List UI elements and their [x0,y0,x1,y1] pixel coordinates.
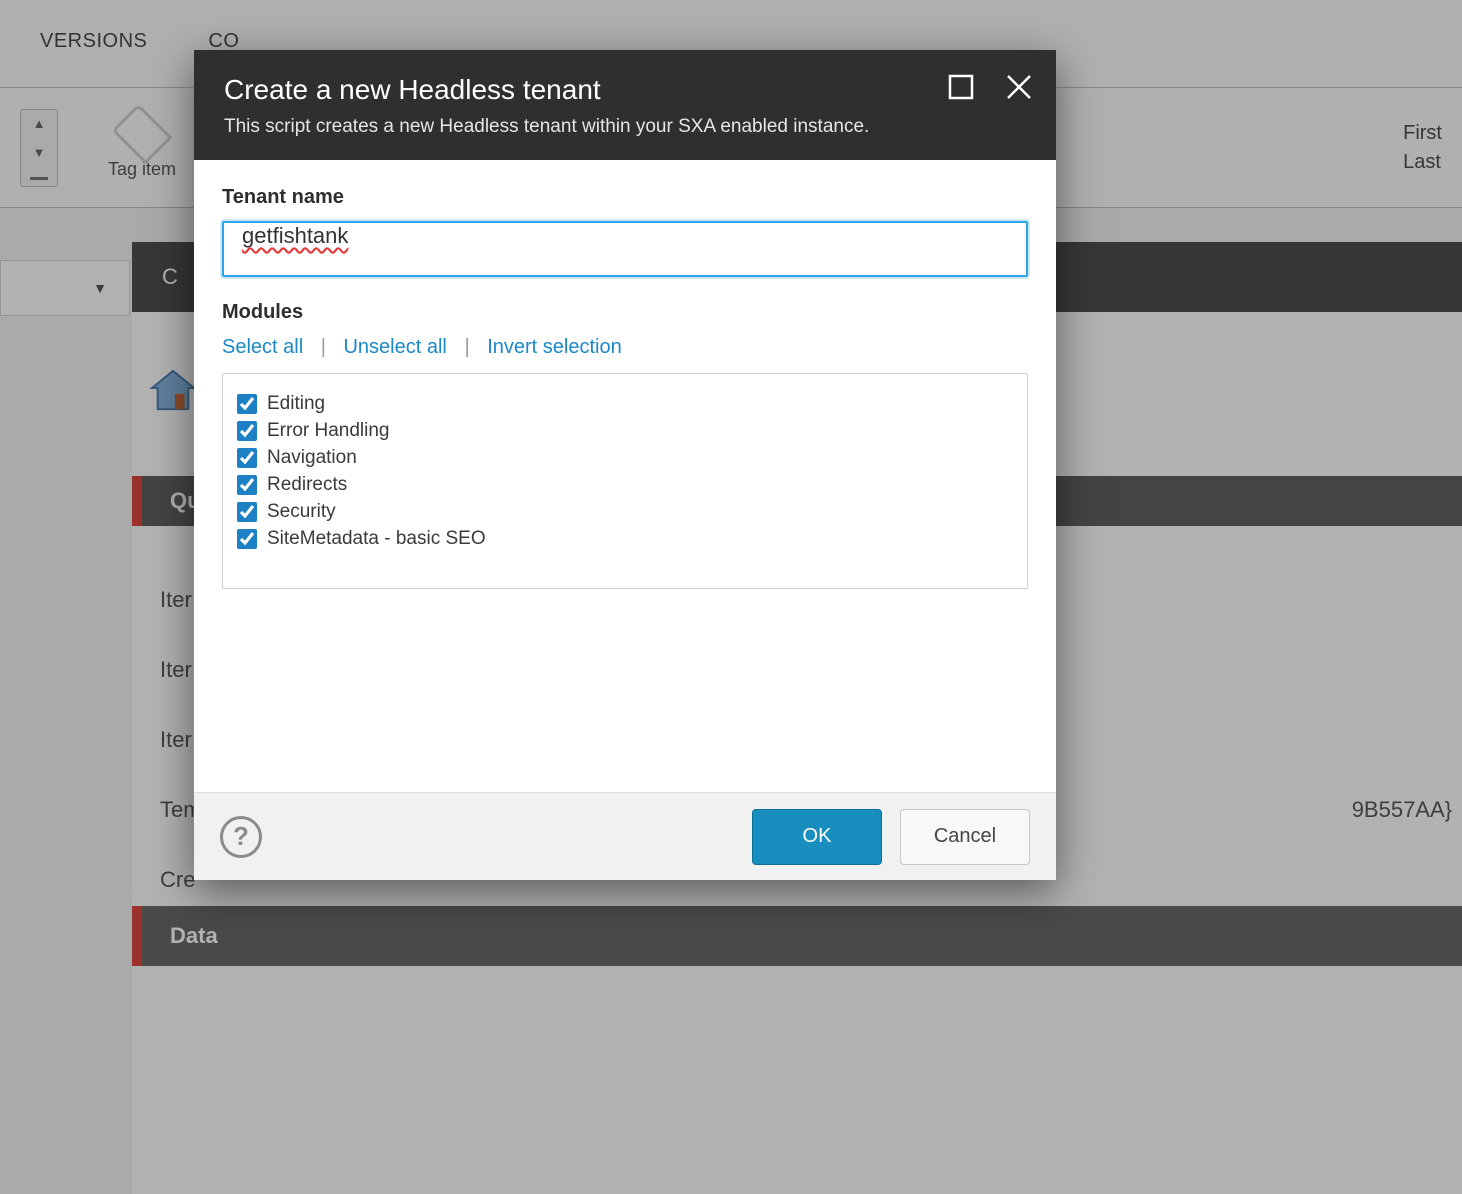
separator: | [321,336,326,358]
module-label: Error Handling [267,420,390,442]
dialog-subtitle: This script creates a new Headless tenan… [224,116,1026,138]
unselect-all-link[interactable]: Unselect all [343,336,446,358]
tag-item-tool[interactable]: Tag item [108,115,176,180]
module-label: Editing [267,393,325,415]
data-section-bar[interactable]: Data [132,906,1462,966]
module-label: Redirects [267,474,347,496]
cancel-button[interactable]: Cancel [900,809,1030,865]
module-checkbox[interactable] [237,421,257,441]
module-item[interactable]: Navigation [237,447,1013,469]
help-icon: ? [233,821,249,852]
close-button[interactable] [1004,72,1034,102]
create-tenant-dialog: Create a new Headless tenant This script… [194,50,1056,880]
select-all-link[interactable]: Select all [222,336,303,358]
module-label: SiteMetadata - basic SEO [267,528,486,550]
tag-icon [112,104,173,165]
tenant-name-input[interactable]: getfishtank [222,221,1028,277]
dialog-title: Create a new Headless tenant [224,74,1026,106]
card-header-c: C [162,264,178,290]
tab-co[interactable]: CO [208,30,239,52]
invert-selection-link[interactable]: Invert selection [487,336,622,358]
module-item[interactable]: Redirects [237,474,1013,496]
ok-button[interactable]: OK [752,809,882,865]
module-checkbox[interactable] [237,394,257,414]
first-button[interactable]: First [1403,122,1442,145]
tenant-name-label: Tenant name [222,186,1028,209]
module-item[interactable]: SiteMetadata - basic SEO [237,528,1013,550]
separator: | [464,336,469,358]
close-icon [1005,73,1033,101]
dialog-footer: ? OK Cancel [194,792,1056,880]
bar-icon [30,177,48,180]
modules-label: Modules [222,301,1028,324]
chevron-up-icon: ▲ [33,116,46,131]
modules-list: Editing Error Handling Navigation Redire… [222,373,1028,589]
module-label: Security [267,501,336,523]
maximize-button[interactable] [946,72,976,102]
last-button[interactable]: Last [1403,151,1442,174]
module-checkbox[interactable] [237,475,257,495]
up-down-stepper[interactable]: ▲ ▼ [20,109,58,187]
module-item[interactable]: Editing [237,393,1013,415]
module-label: Navigation [267,447,357,469]
chevron-down-icon: ▼ [33,145,46,160]
module-checkbox[interactable] [237,448,257,468]
help-button[interactable]: ? [220,816,262,858]
tenant-name-value: getfishtank [242,223,348,248]
dialog-header: Create a new Headless tenant This script… [194,50,1056,160]
data-section-label: Data [170,923,218,949]
dialog-body: Tenant name getfishtank Modules Select a… [194,160,1056,792]
side-dropdown[interactable] [0,260,130,316]
module-checkbox[interactable] [237,502,257,522]
home-icon [150,368,196,412]
tab-versions[interactable]: VERSIONS [40,30,147,52]
module-item[interactable]: Error Handling [237,420,1013,442]
tag-item-label: Tag item [108,159,176,180]
module-item[interactable]: Security [237,501,1013,523]
maximize-icon [947,73,975,101]
toolbar-right-group: First Last [1403,116,1442,180]
module-link-row: Select all | Unselect all | Invert selec… [222,336,1028,359]
module-checkbox[interactable] [237,529,257,549]
